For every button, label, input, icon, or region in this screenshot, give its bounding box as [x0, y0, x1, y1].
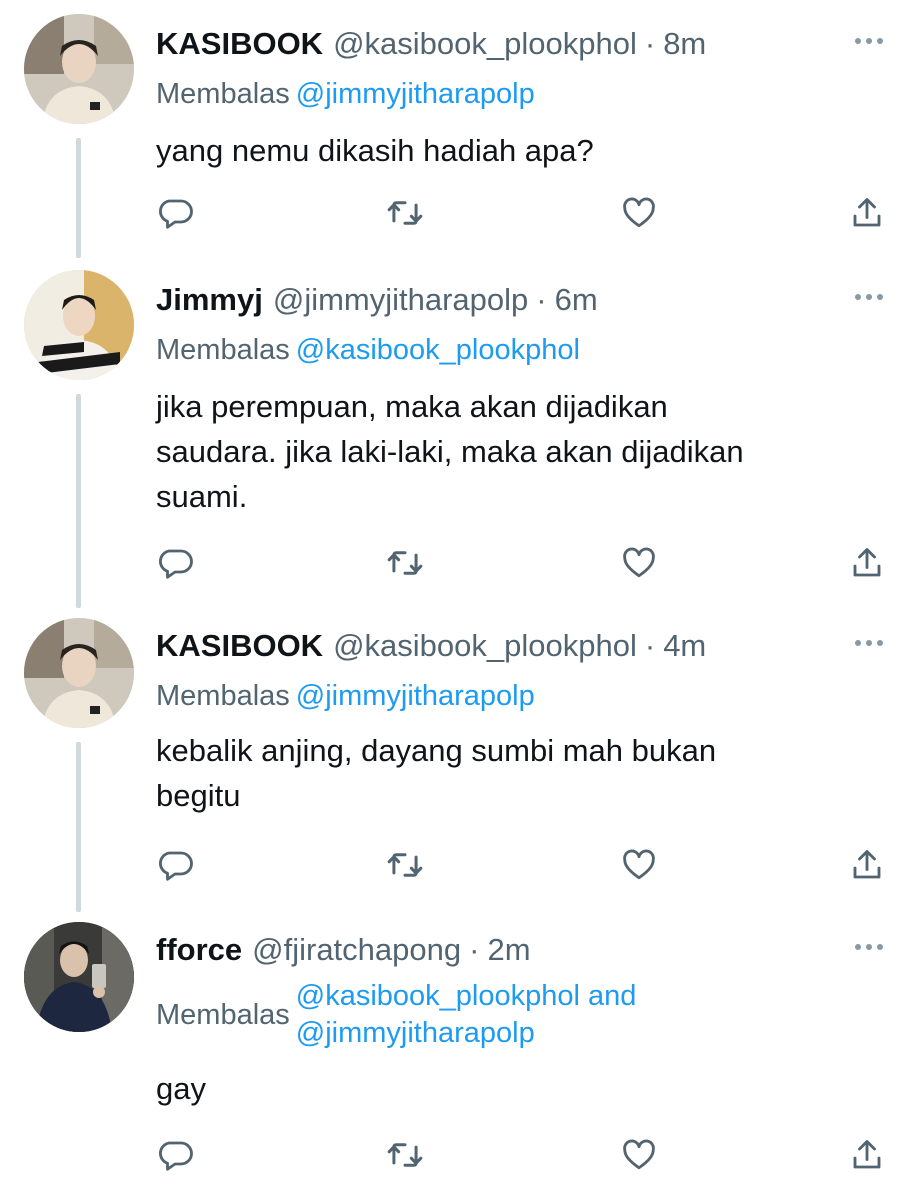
reply-button[interactable] — [154, 1134, 196, 1176]
replying-label: Membalas — [156, 333, 290, 366]
mention-link[interactable]: @kasibook_plookphol — [296, 334, 580, 367]
mention-link[interactable]: @kasibook_plookphol and — [296, 978, 637, 1015]
share-icon — [853, 548, 881, 577]
thread-connector — [76, 138, 81, 258]
retweet-icon — [387, 201, 423, 225]
tweet-header: KASIBOOK @kasibook_plookphol · 4m — [156, 624, 706, 668]
replying-label: Membalas — [156, 998, 290, 1031]
avatar[interactable] — [24, 618, 134, 728]
replying-to: Membalas @jimmyjitharapolp — [156, 676, 535, 716]
retweet-button[interactable] — [384, 542, 426, 584]
tweet-text: jika perempuan, maka akan dijadikan saud… — [156, 384, 876, 519]
user-handle[interactable]: @kasibook_plookphol — [333, 628, 637, 664]
replying-to: Membalas @kasibook_plookphol — [156, 330, 580, 370]
user-handle[interactable]: @fjiratchapong — [252, 932, 461, 968]
retweet-icon — [387, 1143, 423, 1167]
reply-button[interactable] — [154, 192, 196, 234]
tweet-text-line: yang nemu dikasih hadiah apa? — [156, 133, 594, 168]
separator: · — [536, 282, 547, 317]
tweet-text: yang nemu dikasih hadiah apa? — [156, 128, 876, 173]
display-name[interactable]: fforce — [156, 932, 242, 968]
thread-connector — [76, 394, 81, 608]
share-button[interactable] — [846, 542, 888, 584]
avatar[interactable] — [24, 922, 134, 1032]
replying-to: Membalas @kasibook_plookphol and @jimmyj… — [156, 978, 636, 1052]
like-button[interactable] — [618, 192, 660, 234]
replying-label: Membalas — [156, 77, 290, 110]
retweet-button[interactable] — [384, 1134, 426, 1176]
user-handle[interactable]: @kasibook_plookphol — [333, 26, 637, 62]
timestamp[interactable]: 8m — [663, 26, 706, 62]
separator: · — [469, 932, 480, 967]
mention-link[interactable]: @jimmyjitharapolp — [296, 1015, 637, 1052]
separator: · — [644, 628, 656, 663]
reply-button[interactable] — [154, 542, 196, 584]
avatar[interactable] — [24, 270, 134, 380]
retweet-button[interactable] — [384, 192, 426, 234]
tweet-text-line: kebalik anjing, dayang sumbi mah bukan — [156, 733, 717, 768]
like-button[interactable] — [618, 844, 660, 886]
display-name[interactable]: Jimmyj — [156, 282, 263, 318]
tweet-header: KASIBOOK @kasibook_plookphol · 8m — [156, 22, 706, 66]
share-icon — [853, 198, 881, 227]
share-icon — [853, 850, 881, 879]
timestamp[interactable]: 6m — [555, 282, 598, 318]
tweet-text: gay — [156, 1066, 876, 1111]
reply-icon — [159, 199, 193, 229]
mention-list: @kasibook_plookphol and @jimmyjitharapol… — [296, 978, 637, 1052]
mention-link[interactable]: @jimmyjitharapolp — [296, 78, 535, 111]
tweet-text-line: jika perempuan, maka akan dijadikan — [156, 389, 668, 424]
tweet-header: Jimmyj @jimmyjitharapolp · 6m — [156, 278, 598, 322]
display-name[interactable]: KASIBOOK — [156, 26, 323, 62]
share-icon — [853, 1140, 881, 1169]
mention-link[interactable]: @jimmyjitharapolp — [296, 680, 535, 713]
tweet-text-line: suami. — [156, 479, 248, 514]
user-handle[interactable]: @jimmyjitharapolp — [273, 282, 528, 318]
timestamp[interactable]: 2m — [487, 932, 530, 968]
retweet-button[interactable] — [384, 844, 426, 886]
tweet-text: kebalik anjing, dayang sumbi mah bukan b… — [156, 728, 876, 818]
tweet-actions — [154, 844, 894, 886]
timestamp[interactable]: 4m — [663, 628, 706, 664]
replying-to: Membalas @jimmyjitharapolp — [156, 74, 535, 114]
share-button[interactable] — [846, 192, 888, 234]
thread-connector — [76, 742, 81, 912]
tweet-actions — [154, 1134, 894, 1176]
avatar[interactable] — [24, 14, 134, 124]
like-icon — [623, 197, 655, 228]
like-icon — [623, 1139, 655, 1170]
retweet-icon — [387, 551, 423, 575]
more-icon[interactable] — [849, 26, 889, 56]
reply-button[interactable] — [154, 844, 196, 886]
more-icon[interactable] — [849, 628, 889, 658]
like-icon — [623, 547, 655, 578]
replying-label: Membalas — [156, 679, 290, 712]
tweet-actions — [154, 192, 894, 234]
tweet-header: fforce @fjiratchapong · 2m — [156, 928, 531, 972]
like-button[interactable] — [618, 1134, 660, 1176]
like-icon — [623, 849, 655, 880]
share-button[interactable] — [846, 1134, 888, 1176]
display-name[interactable]: KASIBOOK — [156, 628, 323, 664]
separator: · — [644, 26, 656, 61]
reply-icon — [159, 851, 193, 881]
tweet-text-line: gay — [156, 1071, 206, 1106]
like-button[interactable] — [618, 542, 660, 584]
more-icon[interactable] — [849, 932, 889, 962]
tweet-text-line: saudara. jika laki-laki, maka akan dijad… — [156, 434, 744, 469]
reply-icon — [159, 1141, 193, 1171]
tweet-actions — [154, 542, 894, 584]
share-button[interactable] — [846, 844, 888, 886]
tweet-text-line: begitu — [156, 778, 241, 813]
more-icon[interactable] — [849, 282, 889, 312]
reply-icon — [159, 549, 193, 579]
retweet-icon — [387, 853, 423, 877]
